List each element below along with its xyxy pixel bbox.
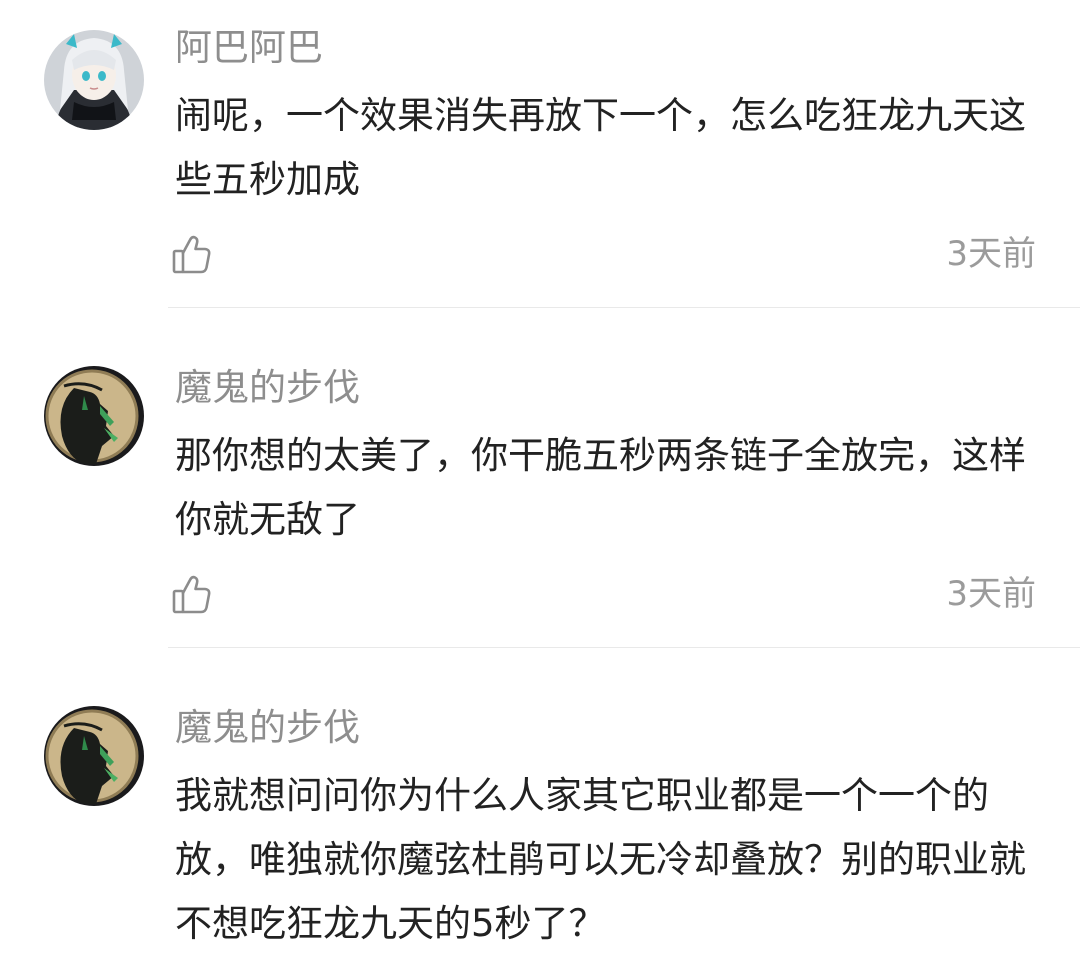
comment-item: 魔鬼的步伐 我就想问问你为什么人家其它职业都是一个一个的放，唯独就你魔弦杜鹃可以…	[0, 648, 1080, 964]
user-avatar[interactable]	[44, 366, 144, 466]
comment-time: 3天前	[946, 234, 1036, 274]
username[interactable]: 魔鬼的步伐	[175, 366, 360, 410]
like-button[interactable]	[170, 572, 214, 616]
comment-item: 阿巴阿巴 闹呢，一个效果消失再放下一个，怎么吃狂龙九天这些五秒加成 3天前	[0, 0, 1080, 308]
anime-girl-avatar-icon	[44, 30, 144, 130]
thumbs-up-icon	[172, 575, 211, 614]
comment-item: 魔鬼的步伐 那你想的太美了，你干脆五秒两条链子全放完，这样你就无敌了 3天前	[0, 308, 1080, 648]
comment-text: 那你想的太美了，你干脆五秒两条链子全放完，这样你就无敌了	[175, 434, 1026, 541]
reaper-moon-avatar-icon	[44, 706, 144, 806]
user-avatar[interactable]	[44, 706, 144, 806]
thumbs-up-icon	[172, 235, 211, 274]
reaper-moon-avatar-icon	[44, 366, 144, 466]
username[interactable]: 魔鬼的步伐	[175, 706, 360, 750]
username[interactable]: 阿巴阿巴	[175, 26, 323, 70]
user-avatar[interactable]	[44, 30, 144, 130]
like-button[interactable]	[170, 232, 214, 276]
comment-text: 我就想问问你为什么人家其它职业都是一个一个的放，唯独就你魔弦杜鹃可以无冷却叠放？…	[175, 774, 1026, 945]
comment-text: 闹呢，一个效果消失再放下一个，怎么吃狂龙九天这些五秒加成	[175, 94, 1026, 201]
comment-time: 3天前	[946, 574, 1036, 614]
